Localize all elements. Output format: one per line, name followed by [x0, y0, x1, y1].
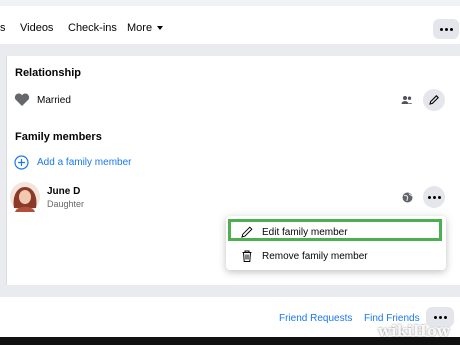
family-member-options-button[interactable] [423, 186, 445, 208]
tab-check-ins[interactable]: Check-ins [68, 22, 117, 34]
relationship-heading: Relationship [15, 67, 82, 79]
selection-highlight [228, 219, 442, 241]
wikihow-watermark: wikiHow [378, 322, 450, 340]
tab-partial[interactable]: s [0, 22, 6, 34]
trash-icon [242, 250, 252, 262]
profile-tab-bar: s Videos Check-ins More [0, 0, 460, 44]
friend-requests-link[interactable]: Friend Requests [279, 313, 352, 324]
heart-icon [14, 93, 30, 106]
family-member-menu: Edit family member Remove family member [226, 216, 446, 270]
panel-divider [6, 56, 7, 285]
edit-relationship-button[interactable] [423, 89, 445, 111]
tab-videos[interactable]: Videos [20, 22, 53, 34]
pencil-icon [429, 95, 439, 105]
friends-audience-icon[interactable] [401, 95, 413, 105]
tab-more-label: More [127, 22, 153, 34]
add-family-member-link[interactable]: Add a family member [37, 157, 131, 168]
remove-family-member-label: Remove family member [262, 251, 368, 262]
remove-family-member-item[interactable]: Remove family member [226, 244, 446, 268]
relationship-status: Married [37, 95, 71, 106]
family-member-name[interactable]: June D [47, 186, 80, 197]
avatar[interactable] [10, 182, 40, 212]
globe-icon[interactable] [402, 192, 413, 203]
separator [0, 285, 460, 297]
tab-more[interactable]: More [127, 22, 164, 34]
add-circle-icon[interactable] [14, 155, 29, 170]
separator [0, 44, 460, 56]
family-members-heading: Family members [15, 131, 102, 143]
caret-down-icon [157, 26, 164, 31]
top-more-options-button[interactable] [433, 19, 459, 39]
family-member-relation: Daughter [47, 199, 85, 209]
